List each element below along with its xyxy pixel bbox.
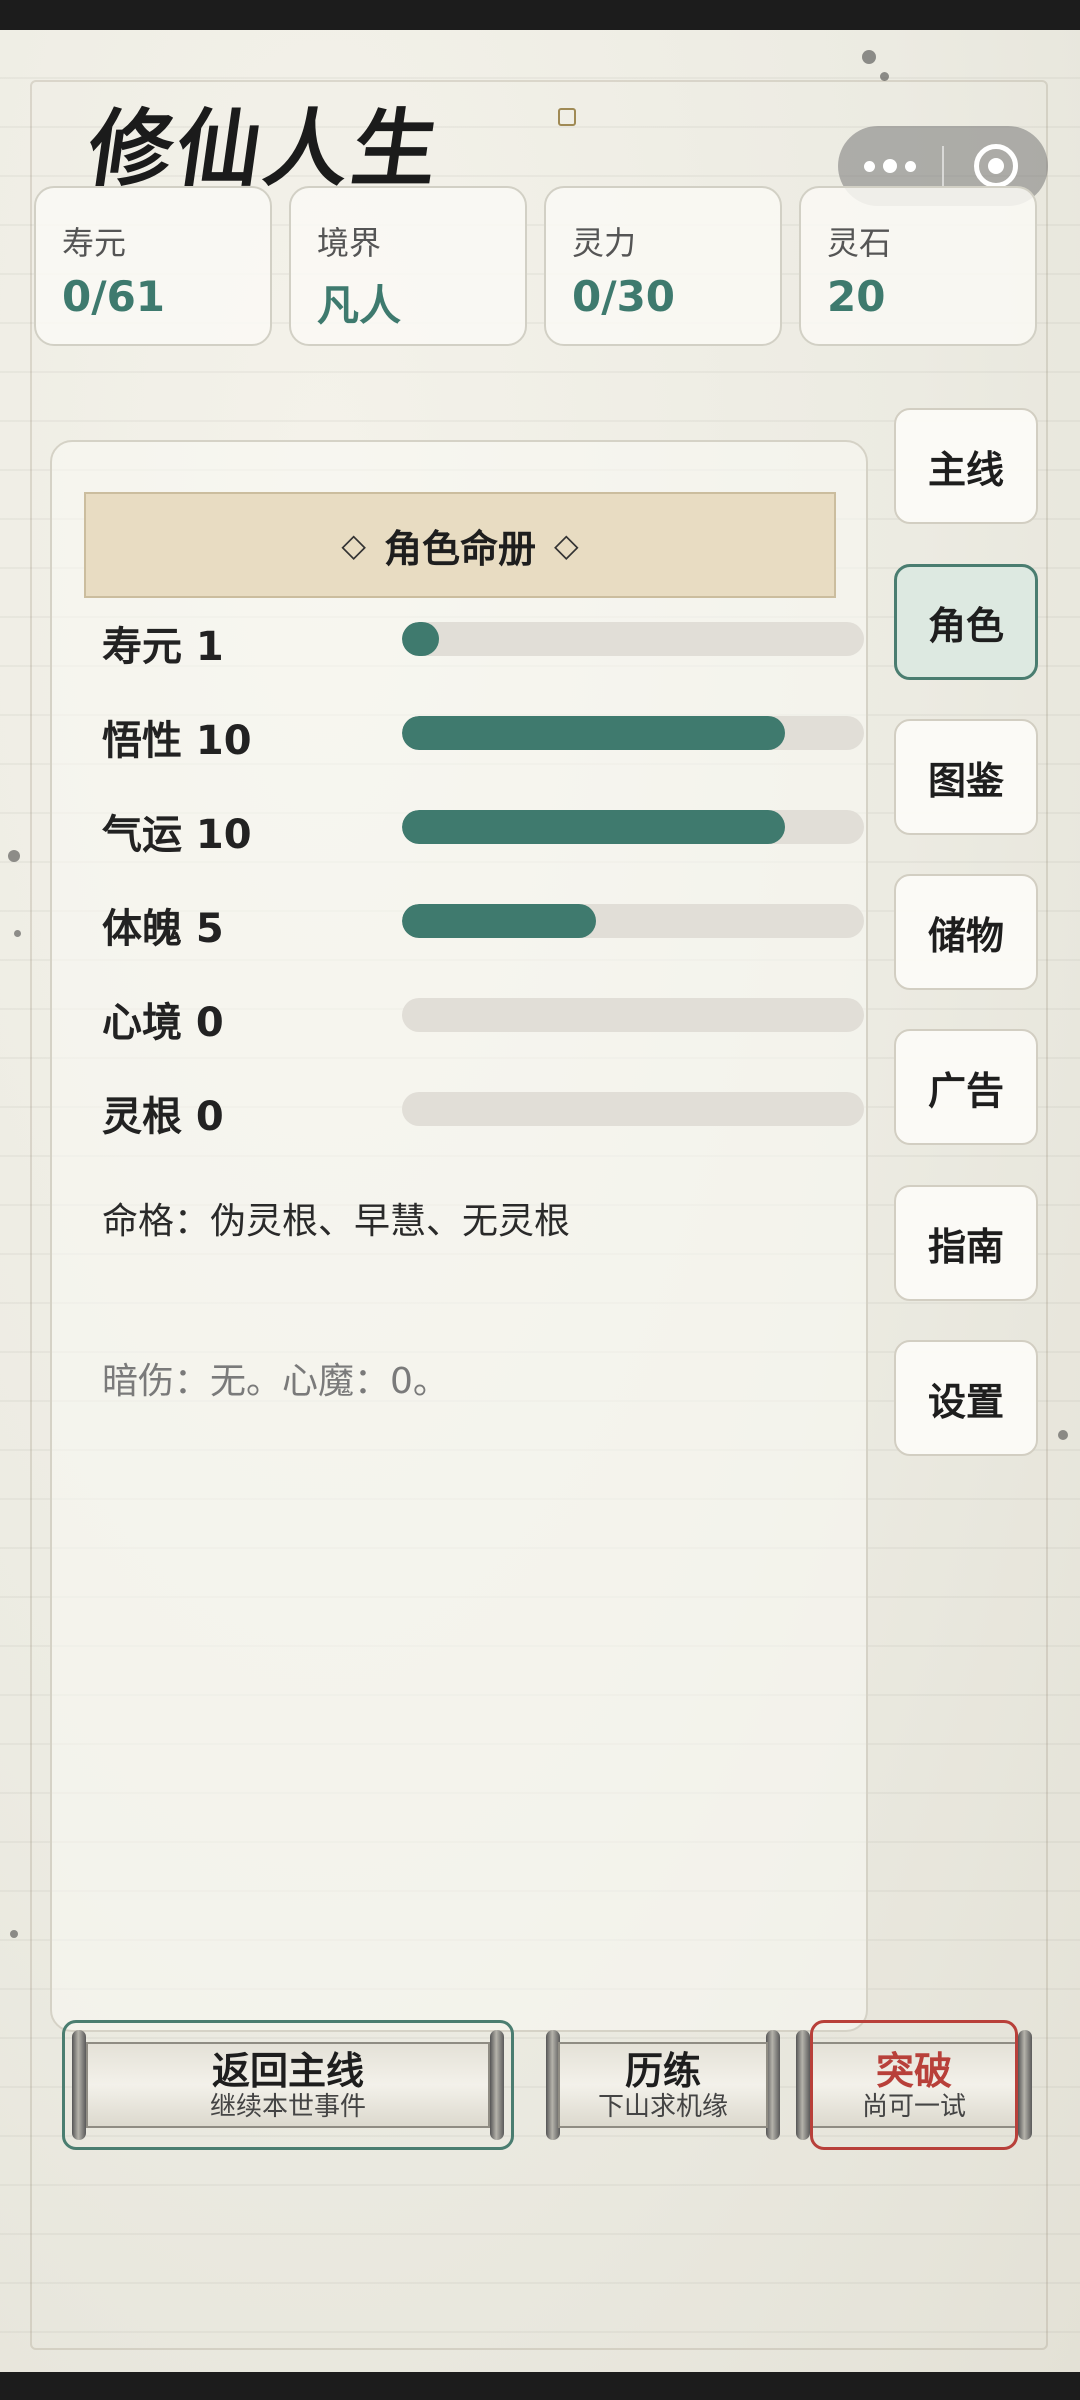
- attribute-label: 寿元 1: [102, 624, 224, 670]
- attribute-bar: [402, 904, 864, 938]
- attribute-bar: [402, 998, 864, 1032]
- diamond-icon: ◇: [554, 526, 579, 564]
- attribute-row: 气运 10: [102, 796, 864, 858]
- attribute-bar: [402, 810, 864, 844]
- panel-header: ◇ 角色命册 ◇: [84, 492, 836, 598]
- button-subtitle: 下山求机缘: [597, 2092, 728, 2122]
- nav-codex[interactable]: 图鉴: [894, 719, 1038, 835]
- attribute-row: 灵根 0: [102, 1078, 864, 1140]
- stat-value: 凡人: [317, 281, 402, 330]
- attribute-label: 心境 0: [102, 1000, 224, 1046]
- seal-icon: [558, 108, 576, 126]
- attribute-bar-fill: [402, 622, 439, 656]
- nav-main-story[interactable]: 主线: [894, 408, 1038, 524]
- app-screen: 修仙人生 寿元 0/61 境界 凡人 灵力 0/30 灵石 20 ◇ 角色命册 …: [0, 0, 1080, 2400]
- status-bar: [0, 0, 1080, 30]
- stat-label: 境界: [317, 224, 382, 262]
- character-panel: ◇ 角色命册 ◇ 寿元 1 悟性 10 气运 10 体魄 5 心境 0 灵根 0: [50, 440, 868, 2032]
- attribute-label: 体魄 5: [102, 906, 224, 952]
- attribute-row: 心境 0: [102, 984, 864, 1046]
- stat-card-lifespan: 寿元 0/61: [34, 186, 272, 346]
- attribute-bar: [402, 622, 864, 656]
- train-button[interactable]: 历练 下山求机缘: [544, 2020, 782, 2150]
- attribute-label: 悟性 10: [102, 718, 252, 764]
- fate-text: 命格：伪灵根、早慧、无灵根: [102, 1201, 571, 1242]
- breakthrough-button[interactable]: 突破 尚可一试: [796, 2020, 1032, 2150]
- nav-ads[interactable]: 广告: [894, 1029, 1038, 1145]
- attribute-bar: [402, 716, 864, 750]
- ink-spot: [862, 50, 876, 64]
- nav-character[interactable]: 角色: [894, 564, 1038, 680]
- attribute-row: 寿元 1: [102, 608, 864, 670]
- nav-guide[interactable]: 指南: [894, 1185, 1038, 1301]
- stat-label: 灵石: [827, 224, 892, 262]
- attribute-bar-fill: [402, 716, 786, 750]
- return-main-button[interactable]: 返回主线 继续本世事件: [62, 2020, 514, 2150]
- diamond-icon: ◇: [341, 526, 366, 564]
- stat-label: 灵力: [572, 224, 637, 262]
- button-subtitle: 尚可一试: [861, 2092, 966, 2122]
- stat-card-realm: 境界 凡人: [289, 186, 527, 346]
- app-logo: 修仙人生: [70, 82, 590, 198]
- panel-title: 角色命册: [383, 526, 536, 571]
- attribute-row: 悟性 10: [102, 702, 864, 764]
- stat-value: 0/30: [572, 272, 676, 321]
- stat-card-spirit-stones: 灵石 20: [799, 186, 1037, 346]
- attribute-bar-fill: [402, 810, 786, 844]
- stat-value: 20: [827, 272, 886, 321]
- stat-value: 0/61: [62, 272, 166, 321]
- ink-spot: [8, 850, 20, 862]
- attribute-label: 灵根 0: [102, 1094, 224, 1140]
- ink-spot: [14, 930, 21, 937]
- ink-spot: [10, 1930, 18, 1938]
- app-title: 修仙人生: [82, 99, 449, 198]
- attribute-bar: [402, 1092, 864, 1126]
- stat-card-spirit-power: 灵力 0/30: [544, 186, 782, 346]
- ink-spot: [880, 72, 889, 81]
- bottom-bar: [0, 2372, 1080, 2400]
- ink-spot: [1058, 1430, 1068, 1440]
- nav-storage[interactable]: 储物: [894, 874, 1038, 990]
- injury-text: 暗伤：无。心魔：0。: [102, 1361, 449, 1402]
- attribute-bar-fill: [402, 904, 597, 938]
- attribute-label: 气运 10: [102, 812, 252, 858]
- stat-label: 寿元: [62, 224, 127, 262]
- attribute-row: 体魄 5: [102, 890, 864, 952]
- button-subtitle: 继续本世事件: [209, 2092, 366, 2122]
- nav-settings[interactable]: 设置: [894, 1340, 1038, 1456]
